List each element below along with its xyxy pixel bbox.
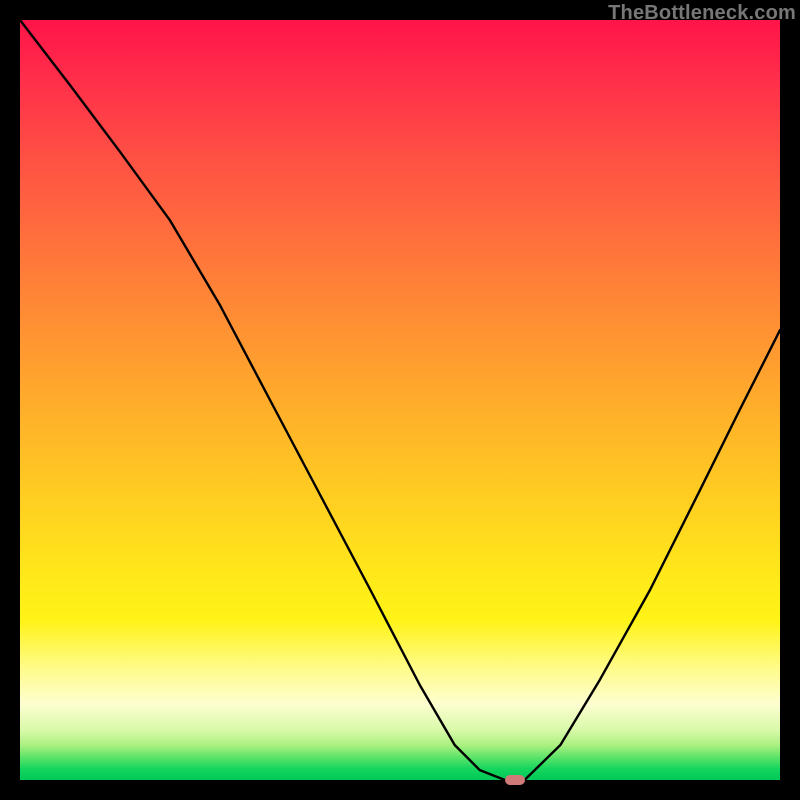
chart-plot-area bbox=[20, 20, 780, 780]
chart-root: TheBottleneck.com bbox=[0, 0, 800, 800]
bottleneck-marker bbox=[505, 775, 525, 785]
chart-curve-layer bbox=[20, 20, 780, 780]
watermark-text: TheBottleneck.com bbox=[608, 2, 796, 25]
bottleneck-curve bbox=[20, 20, 780, 780]
